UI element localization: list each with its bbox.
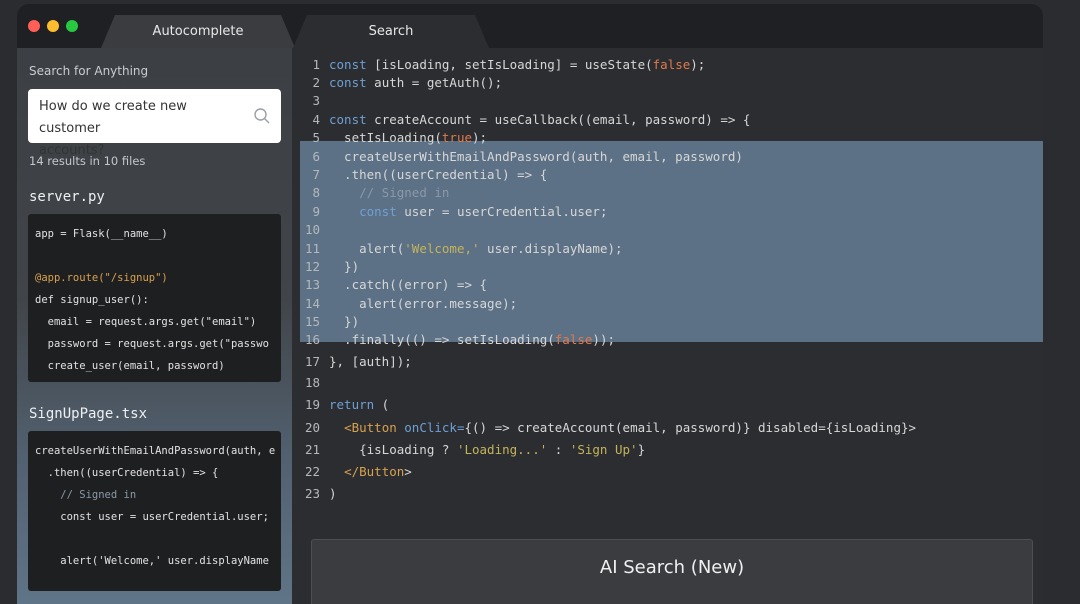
snippet-line: .then((userCredential) => { — [35, 467, 219, 479]
snippet-line: password = request.args.get("passwo — [35, 338, 269, 350]
code-line: 16 .finally(() => setIsLoading(false)); — [300, 332, 615, 347]
line-number: 5 — [312, 130, 320, 145]
results-count: 14 results in 10 files — [29, 154, 146, 168]
line-number: 22 — [304, 464, 320, 479]
code-line: 1 const [isLoading, setIsLoading] = useSt… — [300, 57, 705, 72]
line-number: 21 — [304, 442, 320, 457]
snippet-line: app = Flask(__name__) — [35, 228, 168, 240]
line-number: 3 — [312, 93, 320, 108]
code-snippet-server[interactable]: app = Flask(__name__) @app.route("/signu… — [28, 214, 281, 382]
code-line: 6 createUserWithEmailAndPassword(auth, e… — [300, 149, 742, 164]
snippet-line: @app.route("/signup") — [35, 272, 168, 284]
code-line: 10 — [300, 222, 329, 237]
line-number: 19 — [304, 397, 320, 412]
snippet-line: email = request.args.get("email") — [35, 316, 257, 328]
code-line: 17}, [auth]); — [300, 354, 412, 369]
tab-label: Search — [368, 24, 414, 39]
zoom-dot[interactable] — [66, 20, 78, 32]
snippet-line: create_user(email, password) — [35, 360, 225, 372]
search-input[interactable]: How do we create new customer accounts? — [28, 89, 281, 158]
line-number: 1 — [312, 57, 320, 72]
minimize-dot[interactable] — [47, 20, 59, 32]
code-line: 23) — [300, 486, 337, 501]
title-bar: Autocomplete Search — [17, 4, 1043, 48]
line-number: 23 — [304, 486, 320, 501]
line-number: 12 — [304, 259, 320, 274]
line-number: 14 — [304, 296, 320, 311]
search-sidebar: Search for Anything How do we create new… — [17, 48, 292, 604]
line-number: 8 — [312, 185, 320, 200]
file-title-server[interactable]: server.py — [29, 189, 105, 205]
code-line: 20 <Button onClick={() => createAccount(… — [300, 420, 916, 435]
snippet-line: alert('Welcome,' user.displayName — [35, 555, 269, 567]
code-line: 2 const auth = getAuth(); — [300, 75, 502, 90]
line-number: 16 — [304, 332, 320, 347]
line-number: 15 — [304, 314, 320, 329]
line-number: 13 — [304, 277, 320, 292]
line-number: 4 — [312, 112, 320, 127]
snippet-line: const user = userCredential.user; — [35, 511, 269, 523]
snippet-line: // Signed in — [35, 489, 137, 501]
line-number: 18 — [304, 375, 320, 390]
line-number: 10 — [304, 222, 320, 237]
line-number: 7 — [312, 167, 320, 182]
snippet-line: createUserWithEmailAndPassword(auth, e — [35, 445, 276, 457]
code-line: 13 .catch((error) => { — [300, 277, 487, 292]
app-window: Autocomplete Search Search for Anything … — [17, 4, 1043, 604]
code-line: 22 </Button> — [300, 464, 412, 479]
ai-search-label: AI Search (New) — [599, 557, 745, 578]
code-line: 3 — [300, 93, 329, 108]
line-number: 6 — [312, 149, 320, 164]
tab-label: Autocomplete — [152, 24, 244, 39]
code-line: 21 {isLoading ? 'Loading...' : 'Sign Up'… — [300, 442, 645, 457]
code-line: 8 // Signed in — [300, 185, 449, 200]
line-number: 20 — [304, 420, 320, 435]
line-number: 9 — [312, 204, 320, 219]
line-number: 11 — [304, 241, 320, 256]
code-line: 5 setIsLoading(true); — [300, 130, 487, 145]
code-editor[interactable]: 1 const [isLoading, setIsLoading] = useSt… — [300, 48, 1043, 518]
line-number: 2 — [312, 75, 320, 90]
search-label: Search for Anything — [29, 64, 149, 78]
code-line: 19 return ( — [300, 397, 389, 412]
line-number: 17 — [304, 354, 320, 369]
code-line: 12 }) — [300, 259, 359, 274]
snippet-line: def signup_user(): — [35, 294, 149, 306]
code-snippet-signup[interactable]: createUserWithEmailAndPassword(auth, e .… — [28, 431, 281, 591]
query-line-1: How do we create new customer — [39, 99, 187, 136]
code-line: 7 .then((userCredential) => { — [300, 167, 547, 182]
code-line: 11 alert('Welcome,' user.displayName); — [300, 241, 623, 256]
ai-search-button[interactable]: AI Search (New) — [311, 539, 1033, 604]
code-line: 14 alert(error.message); — [300, 296, 517, 311]
close-dot[interactable] — [28, 20, 40, 32]
code-line: 9 const user = userCredential.user; — [300, 204, 607, 219]
code-line: 15 }) — [300, 314, 359, 329]
file-title-signup[interactable]: SignUpPage.tsx — [29, 406, 147, 422]
tab-search[interactable]: Search — [293, 15, 489, 48]
code-line: 4 const createAccount = useCallback((emai… — [300, 112, 750, 127]
search-icon[interactable] — [253, 107, 271, 125]
tab-autocomplete[interactable]: Autocomplete — [101, 15, 295, 48]
code-line: 18 — [300, 375, 329, 390]
